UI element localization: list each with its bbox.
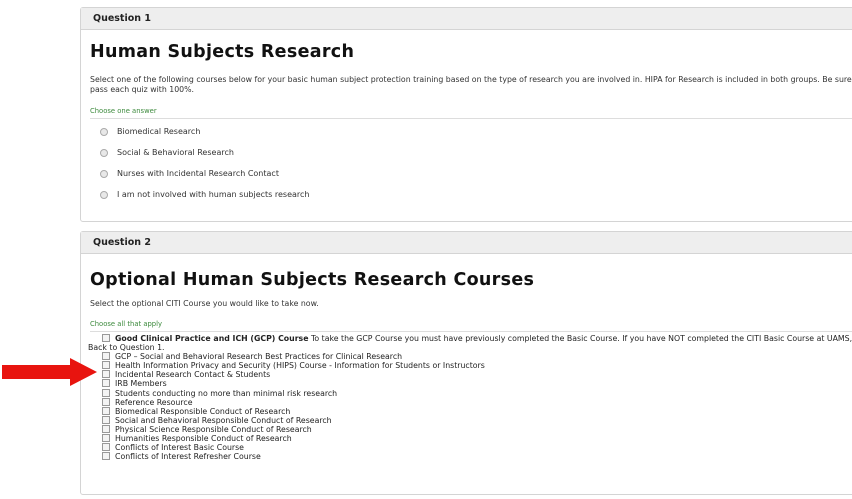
checkbox[interactable]: [102, 415, 110, 424]
option-incidental-contact-students[interactable]: Incidental Research Contact & Students: [88, 370, 852, 379]
option-nurses-incidental-contact[interactable]: Nurses with Incidental Research Contact: [100, 169, 279, 178]
checkbox[interactable]: [102, 406, 110, 415]
option-gcp-title: Good Clinical Practice and ICH (GCP) Cou…: [115, 334, 309, 343]
question-1-card: Question 1 Human Subjects Research Selec…: [80, 7, 852, 222]
option-label: Physical Science Responsible Conduct of …: [115, 424, 312, 434]
option-label: Social and Behavioral Responsible Conduc…: [115, 415, 332, 425]
question-2-card: Question 2 Optional Human Subjects Resea…: [80, 231, 852, 495]
option-not-involved[interactable]: I am not involved with human subjects re…: [100, 190, 310, 199]
radio-button[interactable]: [100, 127, 108, 136]
option-label: Health Information Privacy and Security …: [115, 361, 485, 371]
option-social-behavioral-research[interactable]: Social & Behavioral Research: [100, 148, 234, 157]
option-label: Conflicts of Interest Refresher Course: [115, 452, 261, 462]
option-label: Students conducting no more than minimal…: [115, 388, 338, 398]
option-label: Incidental Research Contact & Students: [115, 370, 271, 380]
option-label: IRB Members: [115, 379, 167, 389]
option-reference-resource[interactable]: Reference Resource: [88, 397, 852, 407]
question-2-title: Optional Human Subjects Research Courses: [90, 270, 535, 290]
checkbox[interactable]: [102, 370, 110, 379]
option-gcp-social-behavioral[interactable]: GCP – Social and Behavioral Research Bes…: [88, 352, 852, 361]
question-1-description: Select one of the following courses belo…: [90, 75, 852, 94]
question-2-header: Question 2: [81, 232, 852, 254]
option-coi-basic[interactable]: Conflicts of Interest Basic Course: [88, 443, 852, 452]
checkbox[interactable]: [102, 424, 110, 433]
checkbox[interactable]: [102, 443, 110, 452]
option-hips-course[interactable]: Health Information Privacy and Security …: [88, 361, 852, 370]
question-1-divider: [90, 118, 852, 119]
option-biomedical-rcr[interactable]: Biomedical Responsible Conduct of Resear…: [88, 406, 852, 416]
checkbox[interactable]: [102, 361, 110, 370]
red-arrow-icon: [2, 358, 97, 386]
option-minimal-risk-students[interactable]: Students conducting no more than minimal…: [88, 388, 852, 398]
option-label: Humanities Responsible Conduct of Resear…: [115, 434, 292, 444]
checkbox[interactable]: [102, 452, 110, 461]
option-label: Biomedical Responsible Conduct of Resear…: [115, 406, 291, 416]
question-1-choose-label: Choose one answer: [90, 107, 157, 115]
option-humanities-rcr[interactable]: Humanities Responsible Conduct of Resear…: [88, 434, 852, 443]
checkbox[interactable]: [102, 397, 110, 406]
option-label: Reference Resource: [115, 397, 193, 407]
option-physical-science-rcr[interactable]: Physical Science Responsible Conduct of …: [88, 424, 852, 434]
option-label: Nurses with Incidental Research Contact: [117, 169, 279, 178]
question-1-title: Human Subjects Research: [90, 42, 355, 62]
option-label: Biomedical Research: [117, 127, 201, 136]
option-label: I am not involved with human subjects re…: [117, 190, 310, 199]
checkbox[interactable]: [102, 434, 110, 443]
checkbox[interactable]: [102, 388, 110, 397]
option-label: GCP – Social and Behavioral Research Bes…: [115, 352, 403, 362]
radio-button[interactable]: [100, 169, 108, 178]
option-biomedical-research[interactable]: Biomedical Research: [100, 127, 200, 136]
radio-button[interactable]: [100, 148, 108, 157]
radio-button[interactable]: [100, 190, 108, 199]
checkbox[interactable]: [102, 352, 110, 361]
question-2-divider: [90, 331, 852, 332]
optional-course-list: Good Clinical Practice and ICH (GCP) Cou…: [88, 334, 852, 461]
option-coi-refresher[interactable]: Conflicts of Interest Refresher Course: [88, 452, 852, 461]
option-irb-members[interactable]: IRB Members: [88, 379, 852, 388]
option-gcp-course[interactable]: Good Clinical Practice and ICH (GCP) Cou…: [88, 334, 852, 352]
question-2-description: Select the optional CITI Course you woul…: [90, 299, 319, 308]
option-social-behavioral-rcr[interactable]: Social and Behavioral Responsible Conduc…: [88, 415, 852, 425]
checkbox[interactable]: [102, 334, 110, 342]
option-label: Conflicts of Interest Basic Course: [115, 443, 244, 453]
option-label: Social & Behavioral Research: [117, 148, 234, 157]
question-2-choose-label: Choose all that apply: [90, 320, 163, 328]
checkbox[interactable]: [102, 379, 110, 388]
question-1-header: Question 1: [81, 8, 852, 30]
